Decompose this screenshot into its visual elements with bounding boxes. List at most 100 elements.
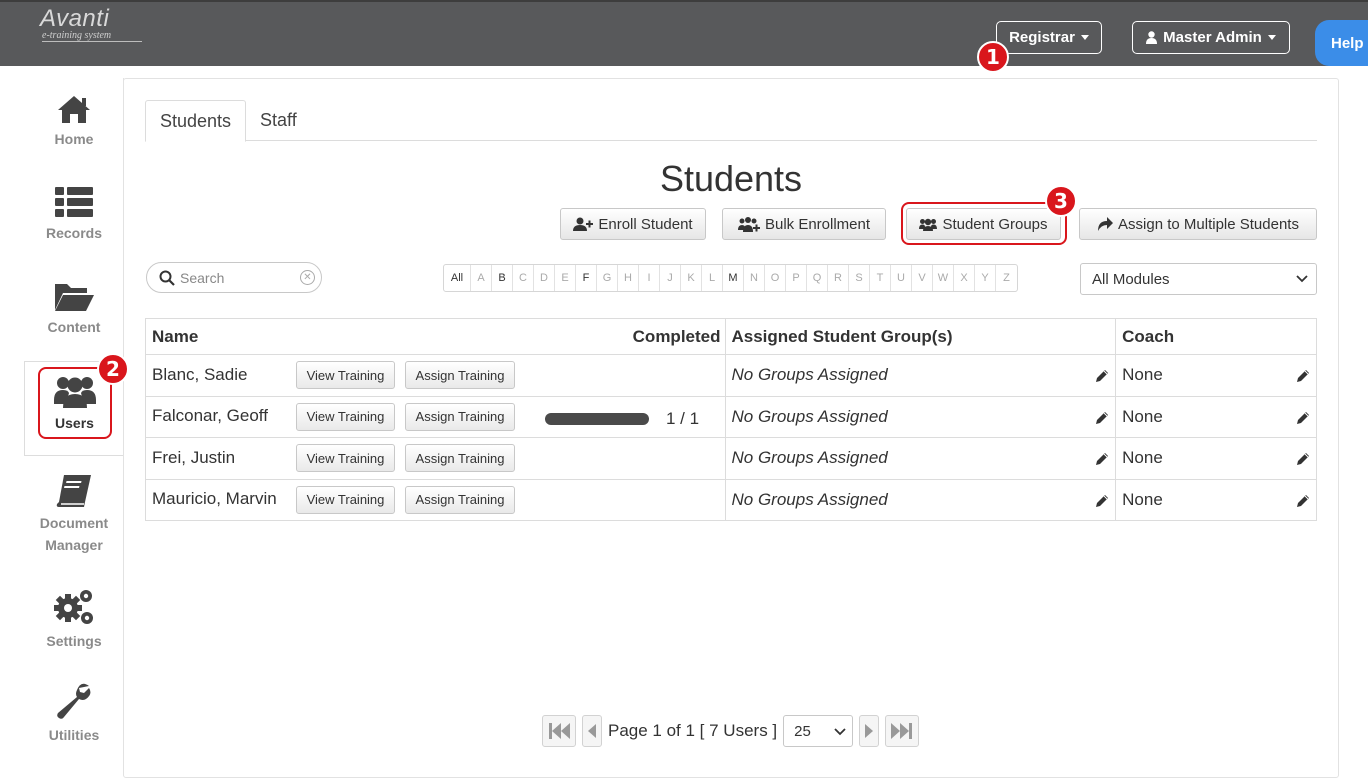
view-training-button[interactable]: View Training — [296, 402, 395, 431]
user-menu-label: Master Admin — [1163, 29, 1262, 46]
view-training-button[interactable]: View Training — [296, 485, 395, 514]
column-header-groups[interactable]: Assigned Student Group(s) — [724, 318, 1117, 355]
name-cell: Blanc, Sadie View Training Assign Training — [145, 354, 726, 397]
edit-coach-pencil-icon[interactable] — [1296, 451, 1310, 471]
sidebar-item-home[interactable]: Home — [24, 94, 124, 150]
tab-staff[interactable]: Staff — [246, 100, 311, 141]
view-training-button[interactable]: View Training — [296, 444, 395, 473]
letter-filter-r[interactable]: R — [828, 265, 849, 291]
view-training-button[interactable]: View Training — [296, 361, 395, 390]
page-size-select[interactable]: 25 — [783, 715, 854, 747]
assign-training-button[interactable]: Assign Training — [405, 402, 515, 431]
page-info: Page 1 of 1 [ 7 Users ] — [608, 721, 778, 740]
letter-filter-k[interactable]: K — [681, 265, 702, 291]
letter-filter-h[interactable]: H — [618, 265, 639, 291]
sidebar-item-document-manager[interactable]: Document Manager — [24, 474, 124, 556]
folder-icon — [55, 284, 94, 311]
page-size-value: 25 — [794, 722, 811, 740]
logo-brand: Avanti — [40, 5, 110, 32]
tab-students[interactable]: Students — [145, 100, 247, 142]
assign-training-button[interactable]: Assign Training — [405, 485, 515, 514]
coach-cell: None — [1115, 395, 1317, 438]
letter-filter-j[interactable]: J — [660, 265, 681, 291]
sidebar-item-utilities[interactable]: Utilities — [24, 682, 124, 746]
completed-count: 1 / 1 — [666, 408, 700, 428]
coach-cell: None — [1115, 478, 1317, 521]
letter-filter-e[interactable]: E — [555, 265, 576, 291]
registrar-dropdown-button[interactable]: Registrar — [996, 21, 1102, 54]
letter-filter-u[interactable]: U — [891, 265, 912, 291]
caret-down-icon — [1267, 35, 1276, 40]
letter-filter-s[interactable]: S — [849, 265, 870, 291]
user-menu-button[interactable]: Master Admin — [1132, 21, 1290, 54]
last-page-button[interactable] — [885, 715, 920, 747]
letter-filter-i[interactable]: I — [639, 265, 660, 291]
letter-filter-w[interactable]: W — [933, 265, 954, 291]
assign-training-button[interactable]: Assign Training — [405, 444, 515, 473]
groups-cell: No Groups Assigned — [724, 354, 1117, 397]
edit-groups-pencil-icon[interactable] — [1095, 451, 1109, 471]
letter-filter-g[interactable]: G — [597, 265, 618, 291]
sidebar-item-label: Records — [45, 225, 103, 241]
edit-coach-pencil-icon[interactable] — [1296, 368, 1310, 388]
letter-filter-x[interactable]: X — [954, 265, 975, 291]
letter-filter-a[interactable]: A — [471, 265, 492, 291]
enroll-student-button[interactable]: Enroll Student — [560, 208, 706, 240]
users-table: Name Completed Assigned Student Group(s)… — [145, 318, 1317, 521]
highlight-student-groups — [901, 202, 1067, 245]
sidebar-item-label: Document Manager — [39, 515, 109, 553]
table-row: Mauricio, Marvin View Training Assign Trai… — [145, 478, 1317, 521]
name-cell: Frei, Justin View Training Assign Training — [145, 437, 726, 480]
sidebar-item-records[interactable]: Records — [24, 186, 124, 244]
registrar-label: Registrar — [1009, 29, 1075, 46]
clear-icon[interactable]: ✕ — [300, 270, 315, 285]
page-title: Students — [659, 158, 803, 199]
edit-groups-pencil-icon[interactable] — [1095, 368, 1109, 388]
letter-filter-p[interactable]: P — [786, 265, 807, 291]
alphabet-filter: All A B C D E F G H I J K L M N O P Q R S T U V W X Y Z — [443, 264, 1018, 292]
letter-filter-z[interactable]: Z — [996, 265, 1017, 291]
chevron-down-icon — [834, 728, 846, 736]
sidebar-item-content[interactable]: Content — [24, 280, 124, 338]
letter-filter-d[interactable]: D — [534, 265, 555, 291]
callout-badge-2: 2 — [97, 353, 129, 385]
sidebar-item-settings[interactable]: Settings — [24, 586, 124, 652]
assign-training-button[interactable]: Assign Training — [405, 361, 515, 390]
groups-cell: No Groups Assigned — [724, 437, 1117, 480]
edit-coach-pencil-icon[interactable] — [1296, 410, 1310, 430]
letter-filter-l[interactable]: L — [702, 265, 723, 291]
letter-filter-b[interactable]: B — [492, 265, 513, 291]
letter-filter-n[interactable]: N — [744, 265, 765, 291]
search-input[interactable]: Search ✕ — [146, 262, 322, 293]
letter-filter-q[interactable]: Q — [807, 265, 828, 291]
groups-cell: No Groups Assigned — [724, 395, 1117, 438]
last-page-icon — [891, 723, 913, 739]
bulk-enrollment-button[interactable]: Bulk Enrollment — [722, 208, 886, 240]
column-header-coach[interactable]: Coach — [1115, 318, 1317, 355]
letter-filter-t[interactable]: T — [870, 265, 891, 291]
coach-cell: None — [1115, 354, 1317, 397]
letter-filter-m[interactable]: M — [723, 265, 744, 291]
edit-coach-pencil-icon[interactable] — [1296, 493, 1310, 513]
letter-filter-y[interactable]: Y — [975, 265, 996, 291]
edit-groups-pencil-icon[interactable] — [1095, 493, 1109, 513]
prev-page-button[interactable] — [582, 715, 602, 747]
module-filter-select[interactable]: All Modules — [1080, 263, 1317, 295]
assign-multiple-students-button[interactable]: Assign to Multiple Students — [1079, 208, 1317, 240]
student-name: Falconar, Geoff — [152, 406, 268, 426]
letter-filter-c[interactable]: C — [513, 265, 534, 291]
next-page-button[interactable] — [859, 715, 880, 747]
completion-progress: 1 / 1 — [545, 409, 699, 429]
edit-groups-pencil-icon[interactable] — [1095, 410, 1109, 430]
help-button[interactable]: Help — [1315, 20, 1368, 66]
app-logo[interactable]: Avanti e-training system — [40, 6, 142, 42]
letter-filter-all[interactable]: All — [444, 265, 471, 291]
letter-filter-f[interactable]: F — [576, 265, 597, 291]
name-cell: Falconar, Geoff View Training Assign Train… — [145, 395, 726, 438]
table-row: Blanc, Sadie View Training Assign Training… — [145, 354, 1317, 397]
first-page-button[interactable] — [542, 715, 576, 747]
letter-filter-v[interactable]: V — [912, 265, 933, 291]
column-header-name[interactable]: Name Completed — [145, 318, 726, 355]
letter-filter-o[interactable]: O — [765, 265, 786, 291]
next-page-icon — [865, 724, 874, 738]
